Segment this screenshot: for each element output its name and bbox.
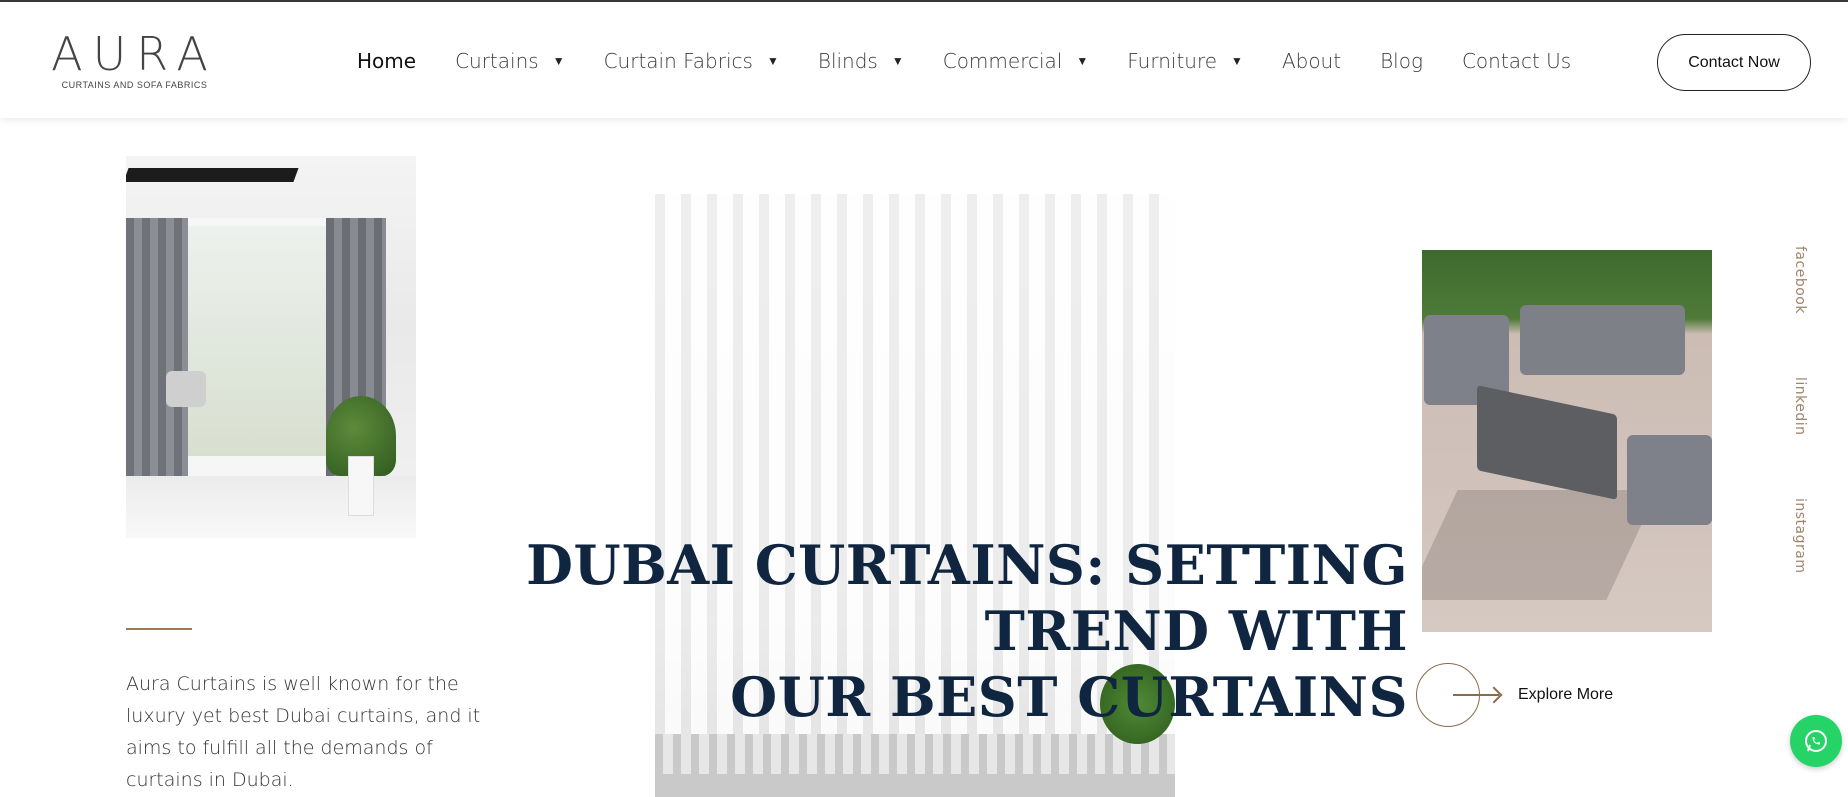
nav-item-label: Blog [1380, 49, 1423, 73]
site-header: AURA CURTAINS AND SOFA FABRICS Home Curt… [0, 2, 1848, 118]
hero-headline-line-2: OUR BEST CURTAINS [730, 665, 1408, 729]
arrow-right-icon [1453, 694, 1499, 696]
nav-item-about[interactable]: About [1282, 49, 1341, 73]
contact-now-button[interactable]: Contact Now [1657, 34, 1811, 91]
outdoor-furniture-image [1422, 250, 1712, 632]
hero-intro-text: Aura Curtains is well known for the luxu… [126, 673, 481, 791]
facebook-link[interactable]: facebook [1792, 246, 1808, 314]
nav-item-label: Contact Us [1461, 49, 1572, 73]
nav-item-label: Home [357, 49, 417, 73]
nav-item-commercial[interactable]: Commercial ▼ [943, 49, 1089, 73]
whatsapp-button[interactable] [1790, 715, 1842, 767]
nav-item-curtains[interactable]: Curtains ▼ [455, 49, 565, 73]
image-detail [655, 734, 1175, 774]
image-detail [188, 218, 326, 488]
image-detail [166, 371, 206, 407]
image-detail [126, 168, 299, 182]
nav-item-label: Blinds [817, 49, 878, 73]
explore-more-button[interactable]: Explore More [1416, 662, 1613, 728]
nav-item-furniture[interactable]: Furniture ▼ [1127, 49, 1243, 73]
chevron-down-icon: ▼ [552, 54, 565, 68]
explore-circle [1416, 663, 1499, 727]
nav-item-blog[interactable]: Blog [1380, 49, 1423, 73]
image-detail [348, 456, 374, 516]
image-detail [1477, 385, 1617, 500]
instagram-link[interactable]: instagram [1792, 498, 1808, 573]
hero-headline-line-1: DUBAI CURTAINS: SETTING TREND WITH [526, 533, 1408, 663]
main-nav: Home Curtains ▼ Curtain Fabrics ▼ Blinds… [357, 46, 1610, 76]
nav-item-label: Curtain Fabrics [603, 49, 753, 73]
nav-item-curtain-fabrics[interactable]: Curtain Fabrics ▼ [604, 49, 779, 73]
whatsapp-icon [1805, 730, 1827, 752]
chevron-down-icon: ▼ [1231, 54, 1243, 68]
chevron-down-icon: ▼ [891, 54, 904, 68]
nav-item-label: About [1281, 49, 1342, 73]
logo-tagline: CURTAINS AND SOFA FABRICS [61, 80, 208, 90]
explore-more-label: Explore More [1518, 686, 1614, 703]
nav-item-label: Commercial [942, 49, 1063, 73]
image-detail [1520, 305, 1685, 375]
image-detail [655, 774, 1175, 797]
chevron-down-icon: ▼ [766, 54, 779, 68]
nav-item-blinds[interactable]: Blinds ▼ [818, 49, 904, 73]
linkedin-link[interactable]: linkedin [1792, 377, 1808, 436]
image-detail [1627, 435, 1712, 525]
image-detail [126, 218, 188, 488]
chevron-down-icon: ▼ [1076, 54, 1089, 68]
logo-wordmark: AURA [51, 27, 218, 81]
logo[interactable]: AURA CURTAINS AND SOFA FABRICS [42, 30, 227, 90]
nav-item-home[interactable]: Home [357, 49, 416, 73]
nav-item-label: Furniture [1127, 49, 1218, 73]
nav-item-label: Curtains [455, 49, 539, 73]
nav-item-contact-us[interactable]: Contact Us [1462, 49, 1571, 73]
living-room-curtains-image [126, 156, 416, 538]
image-detail [1422, 490, 1658, 600]
accent-divider [126, 628, 192, 630]
